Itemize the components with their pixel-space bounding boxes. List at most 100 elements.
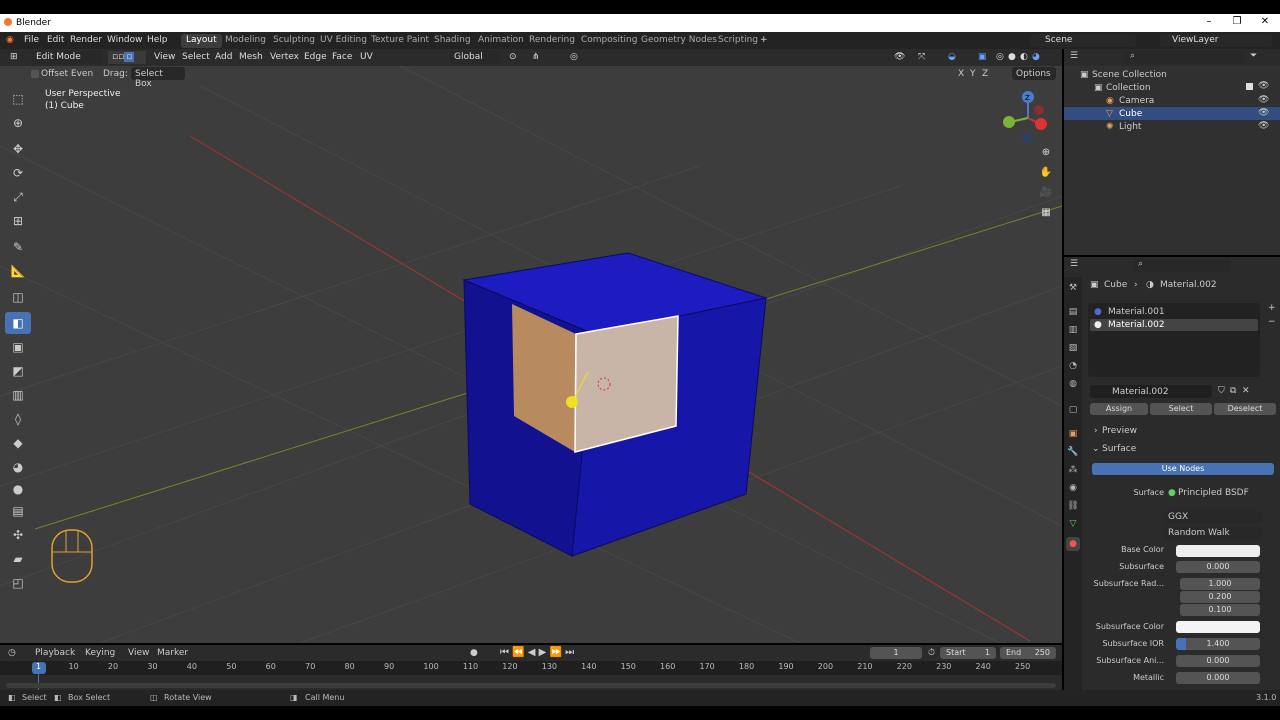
scale-tool-icon[interactable]: ⤢ (5, 186, 31, 208)
blender-menu-icon[interactable]: ◉ (6, 35, 14, 45)
menu-render[interactable]: Render (70, 35, 102, 45)
list-item-material-001[interactable]: ● Material.001 (1090, 306, 1258, 318)
modifier-tab-icon[interactable]: 🔧 (1066, 445, 1080, 459)
preview-panel-header[interactable]: Preview (1102, 426, 1137, 436)
close-button[interactable]: ✕ (1250, 16, 1280, 30)
orientation-dropdown[interactable]: Global (450, 51, 500, 64)
remove-slot-icon[interactable]: − (1268, 317, 1276, 327)
pan-hand-icon[interactable]: ✋ (1037, 164, 1055, 182)
edge-slide-tool-icon[interactable]: ▤ (5, 500, 31, 522)
menu-view[interactable]: View (150, 51, 179, 64)
camera-visibility-icon[interactable]: 👁 (1258, 95, 1269, 105)
editor-type-icon[interactable]: ⊞ (6, 51, 22, 64)
outliner-search[interactable]: ⌕ (1124, 51, 1244, 64)
menu-help[interactable]: Help (147, 35, 168, 45)
select-button[interactable]: Select (1150, 403, 1212, 415)
material-name-field[interactable]: Material.002 (1090, 385, 1212, 398)
zoom-icon[interactable]: ⊕ (1037, 144, 1055, 162)
proportional-edit-icon[interactable]: ◎ (566, 51, 582, 64)
physics-tab-icon[interactable]: ◉ (1066, 481, 1080, 495)
collection-visibility-icon[interactable]: 👁 (1258, 81, 1269, 91)
pivot-icon[interactable]: ⊙ (505, 51, 521, 64)
menu-uv[interactable]: UV (356, 51, 377, 64)
tab-sculpting[interactable]: Sculpting (268, 34, 320, 48)
knife-tool-icon[interactable]: ◊ (5, 408, 31, 430)
use-nodes-button[interactable]: Use Nodes (1092, 463, 1274, 475)
tab-compositing[interactable]: Compositing (576, 34, 642, 48)
assign-button[interactable]: Assign (1090, 403, 1148, 415)
tab-uv-editing[interactable]: UV Editing (315, 34, 372, 48)
cursor-tool-icon[interactable]: ⊕ (5, 112, 31, 134)
filter-icon[interactable]: ⏷ (1250, 51, 1257, 61)
snap-icon[interactable]: ⋔ (528, 51, 544, 64)
visibility-icon[interactable]: 👁 (890, 51, 909, 64)
properties-search[interactable]: ⌕ (1134, 259, 1230, 272)
menu-edge[interactable]: Edge (300, 51, 331, 64)
select-mode-buttons[interactable]: ▫▫ ▫ (108, 51, 146, 64)
output-tab-icon[interactable]: ▥ (1066, 323, 1080, 337)
menu-add[interactable]: Add (211, 51, 236, 64)
subsurface-color-swatch[interactable] (1176, 621, 1260, 633)
scene-selector[interactable]: Scene (1030, 34, 1136, 47)
world-tab-icon[interactable]: ◍ (1066, 377, 1080, 391)
menu-select[interactable]: Select (178, 51, 214, 64)
properties-editor-icon[interactable]: ☰ (1070, 259, 1078, 269)
view-layer-tab-icon[interactable]: ▧ (1066, 341, 1080, 355)
fake-user-icon[interactable]: ⛉ (1218, 386, 1225, 396)
3d-viewport[interactable]: Offset Even Drag: Select Box X Y Z Optio… (0, 66, 1062, 643)
cube-visibility-icon[interactable]: 👁 (1258, 108, 1269, 118)
tab-animation[interactable]: Animation (473, 34, 529, 48)
rotate-tool-icon[interactable]: ⟳ (5, 162, 31, 184)
drag-dropdown[interactable]: Select Box (131, 67, 185, 89)
tab-shading[interactable]: Shading (429, 34, 476, 48)
bevel-tool-icon[interactable]: ◩ (5, 360, 31, 382)
render-tab-icon[interactable]: ▤ (1066, 305, 1080, 319)
collection-tab-icon[interactable]: ▢ (1066, 403, 1080, 417)
axis-x-toggle[interactable]: X (958, 69, 964, 79)
menu-face[interactable]: Face (328, 51, 356, 64)
subsurface-radius-x-field[interactable]: 1.000 (1180, 578, 1260, 590)
metallic-field[interactable]: 0.000 (1176, 672, 1260, 684)
list-item-material-002[interactable]: ● Material.002 (1090, 319, 1258, 331)
minimize-button[interactable]: – (1194, 16, 1224, 30)
measure-tool-icon[interactable]: 📐 (5, 260, 31, 282)
surface-value[interactable]: Principled BSDF (1178, 488, 1249, 498)
rip-tool-icon[interactable]: ◰ (5, 572, 31, 594)
add-workspace-button[interactable]: + (760, 35, 768, 45)
navigation-gizmo[interactable]: Z (1000, 88, 1060, 148)
subsurface-anisotropy-field[interactable]: 0.000 (1176, 655, 1260, 667)
menu-edit[interactable]: Edit (47, 35, 64, 45)
subsurface-ior-field[interactable]: 1.400 (1176, 638, 1260, 650)
add-slot-icon[interactable]: + (1268, 303, 1276, 313)
overlay-icon[interactable]: ◒ (944, 51, 960, 64)
constraints-tab-icon[interactable]: ⛓ (1066, 499, 1080, 513)
tool-tab-icon[interactable]: ⚒ (1066, 281, 1080, 295)
tab-texture-paint[interactable]: Texture Paint (366, 34, 434, 48)
menu-file[interactable]: File (24, 35, 39, 45)
data-tab-icon[interactable]: ▽ (1066, 517, 1080, 531)
mode-dropdown[interactable]: Edit Mode (32, 51, 102, 64)
distribution-dropdown[interactable]: GGX (1164, 511, 1262, 523)
spin-tool-icon[interactable]: ◕ (5, 456, 31, 478)
light-visibility-icon[interactable]: 👁 (1258, 121, 1269, 131)
collection-checkbox[interactable] (1246, 83, 1253, 90)
xray-icon[interactable]: ▣ (974, 51, 991, 64)
offset-even-checkbox[interactable] (31, 70, 39, 78)
tab-layout[interactable]: Layout (181, 34, 222, 48)
tab-rendering[interactable]: Rendering (524, 34, 580, 48)
scene-tab-icon[interactable]: ◔ (1066, 359, 1080, 373)
loop-cut-tool-icon[interactable]: ▥ (5, 384, 31, 406)
add-cube-tool-icon[interactable]: ◫ (5, 286, 31, 308)
axis-y-toggle[interactable]: Y (970, 69, 976, 79)
viewlayer-selector[interactable]: ViewLayer (1160, 34, 1272, 47)
rendered-shading-icon[interactable]: ◕ (1028, 51, 1044, 64)
subsurface-field[interactable]: 0.000 (1176, 561, 1260, 573)
maximize-button[interactable]: ❐ (1222, 16, 1252, 30)
axis-z-toggle[interactable]: Z (982, 69, 988, 79)
menu-mesh[interactable]: Mesh (235, 51, 267, 64)
smooth-tool-icon[interactable]: ● (5, 478, 31, 500)
transform-tool-icon[interactable]: ⊞ (5, 210, 31, 232)
inset-tool-icon[interactable]: ▣ (5, 336, 31, 358)
particles-tab-icon[interactable]: ⁂ (1066, 463, 1080, 477)
shear-tool-icon[interactable]: ▰ (5, 548, 31, 570)
